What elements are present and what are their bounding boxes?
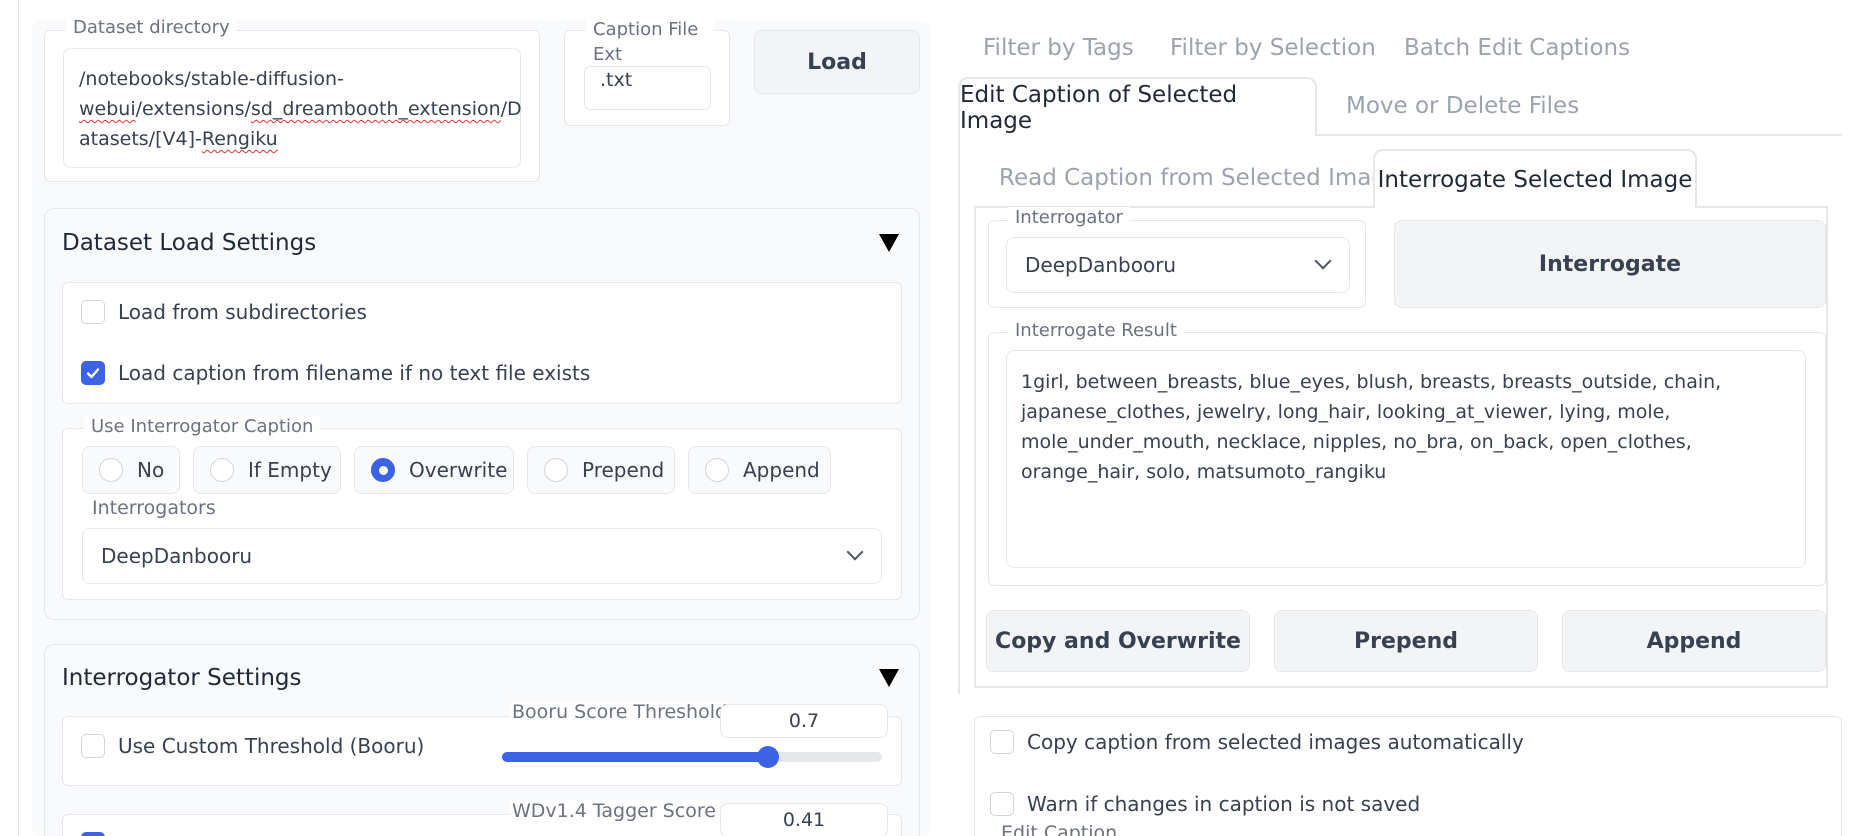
chevron-down-icon [846, 543, 864, 561]
radio-icon[interactable] [99, 458, 123, 482]
slider-thumb[interactable] [757, 746, 779, 768]
tab-filter-by-selection[interactable]: Filter by Selection [1170, 35, 1376, 61]
interrogate-result-label: Interrogate Result [1008, 320, 1184, 341]
load-button[interactable]: Load [754, 30, 920, 94]
dataset-directory-line-2: webui/extensions/sd_dreambooth_extension… [79, 98, 522, 120]
tab-move-or-delete-files[interactable]: Move or Delete Files [1346, 93, 1579, 119]
copy-and-overwrite-button[interactable]: Copy and Overwrite [986, 610, 1250, 672]
radio-overwrite[interactable]: Overwrite [354, 446, 514, 494]
wd-tagger-score-threshold-number[interactable]: 0.41 [720, 803, 888, 836]
interrogators-label: Interrogators [92, 497, 216, 519]
interrogate-button[interactable]: Interrogate [1394, 220, 1826, 308]
wd-tagger-score-threshold-label: WDv1.4 Tagger Score Thr [510, 800, 720, 822]
interrogator-settings-title[interactable]: Interrogator Settings [62, 665, 302, 691]
interrogate-result-textarea[interactable]: 1girl, between_breasts, blue_eyes, blush… [1006, 350, 1806, 568]
interrogator-dropdown[interactable]: DeepDanbooru [1006, 237, 1350, 293]
dataset-directory-input[interactable]: /notebooks/stable-diffusion- webui/exten… [63, 48, 522, 168]
chevron-down-icon [1314, 252, 1332, 270]
collapse-triangle-icon[interactable] [879, 234, 899, 252]
radio-prepend[interactable]: Prepend [527, 446, 675, 494]
use-interrogator-label: Use Interrogator Caption [84, 416, 321, 437]
load-caption-from-filename-label: Load caption from filename if no text fi… [118, 361, 591, 385]
load-subdirectories-label: Load from subdirectories [118, 300, 367, 324]
dataset-directory-line-3: atasets/[V4]-Rengiku [79, 128, 278, 150]
copy-caption-automatically-label: Copy caption from selected images automa… [1027, 730, 1524, 754]
tab-interrogate-selected-image[interactable]: Interrogate Selected Image [1373, 149, 1697, 208]
booru-score-threshold-slider[interactable] [502, 746, 882, 768]
radio-icon[interactable] [705, 458, 729, 482]
booru-score-threshold-number[interactable]: 0.7 [720, 704, 888, 738]
collapse-triangle-icon[interactable] [879, 669, 899, 687]
radio-no[interactable]: No [82, 446, 180, 494]
warn-unsaved-checkbox[interactable]: Warn if changes in caption is not saved [990, 792, 1420, 816]
use-custom-threshold-booru-label: Use Custom Threshold (Booru) [118, 734, 425, 758]
caption-ext-label: Caption File Ext [586, 17, 714, 67]
checkbox-icon[interactable] [81, 300, 105, 324]
dataset-directory-line-1: /notebooks/stable-diffusion- [79, 68, 344, 90]
edit-caption-label: Edit Caption [1001, 822, 1118, 836]
slider-fill [502, 752, 768, 762]
prepend-button[interactable]: Prepend [1274, 610, 1538, 672]
tab-read-caption-from-selected-image[interactable]: Read Caption from Selected Image [999, 165, 1400, 191]
tab-batch-edit-captions[interactable]: Batch Edit Captions [1404, 35, 1630, 61]
dataset-load-settings-title[interactable]: Dataset Load Settings [62, 230, 316, 256]
warn-unsaved-label: Warn if changes in caption is not saved [1027, 792, 1421, 816]
checkbox-icon[interactable] [990, 730, 1014, 754]
radio-if-empty[interactable]: If Empty [193, 446, 341, 494]
checkbox-checked-icon[interactable] [81, 361, 105, 385]
tab-edit-caption-of-selected-image[interactable]: Edit Caption of Selected Image [958, 77, 1317, 136]
interrogator-label: Interrogator [1008, 207, 1130, 228]
tab-filter-by-tags[interactable]: Filter by Tags [983, 35, 1134, 61]
checkbox-checked-icon[interactable] [81, 832, 105, 836]
use-custom-threshold-booru-checkbox[interactable]: Use Custom Threshold (Booru) [81, 734, 424, 758]
checkbox-icon[interactable] [990, 792, 1014, 816]
checkbox-icon[interactable] [81, 734, 105, 758]
load-caption-from-filename-checkbox[interactable]: Load caption from filename if no text fi… [81, 361, 590, 385]
caption-ext-input[interactable]: .txt [584, 66, 711, 110]
interrogators-dropdown[interactable]: DeepDanbooru [82, 528, 882, 584]
copy-caption-automatically-checkbox[interactable]: Copy caption from selected images automa… [990, 730, 1524, 754]
radio-append[interactable]: Append [688, 446, 831, 494]
radio-icon[interactable] [210, 458, 234, 482]
append-button[interactable]: Append [1562, 610, 1826, 672]
load-subdirectories-checkbox[interactable]: Load from subdirectories [81, 300, 367, 324]
radio-icon[interactable] [544, 458, 568, 482]
booru-score-threshold-label: Booru Score Threshold [510, 701, 730, 723]
radio-selected-icon[interactable] [371, 458, 395, 482]
dataset-directory-label: Dataset directory [66, 17, 237, 38]
